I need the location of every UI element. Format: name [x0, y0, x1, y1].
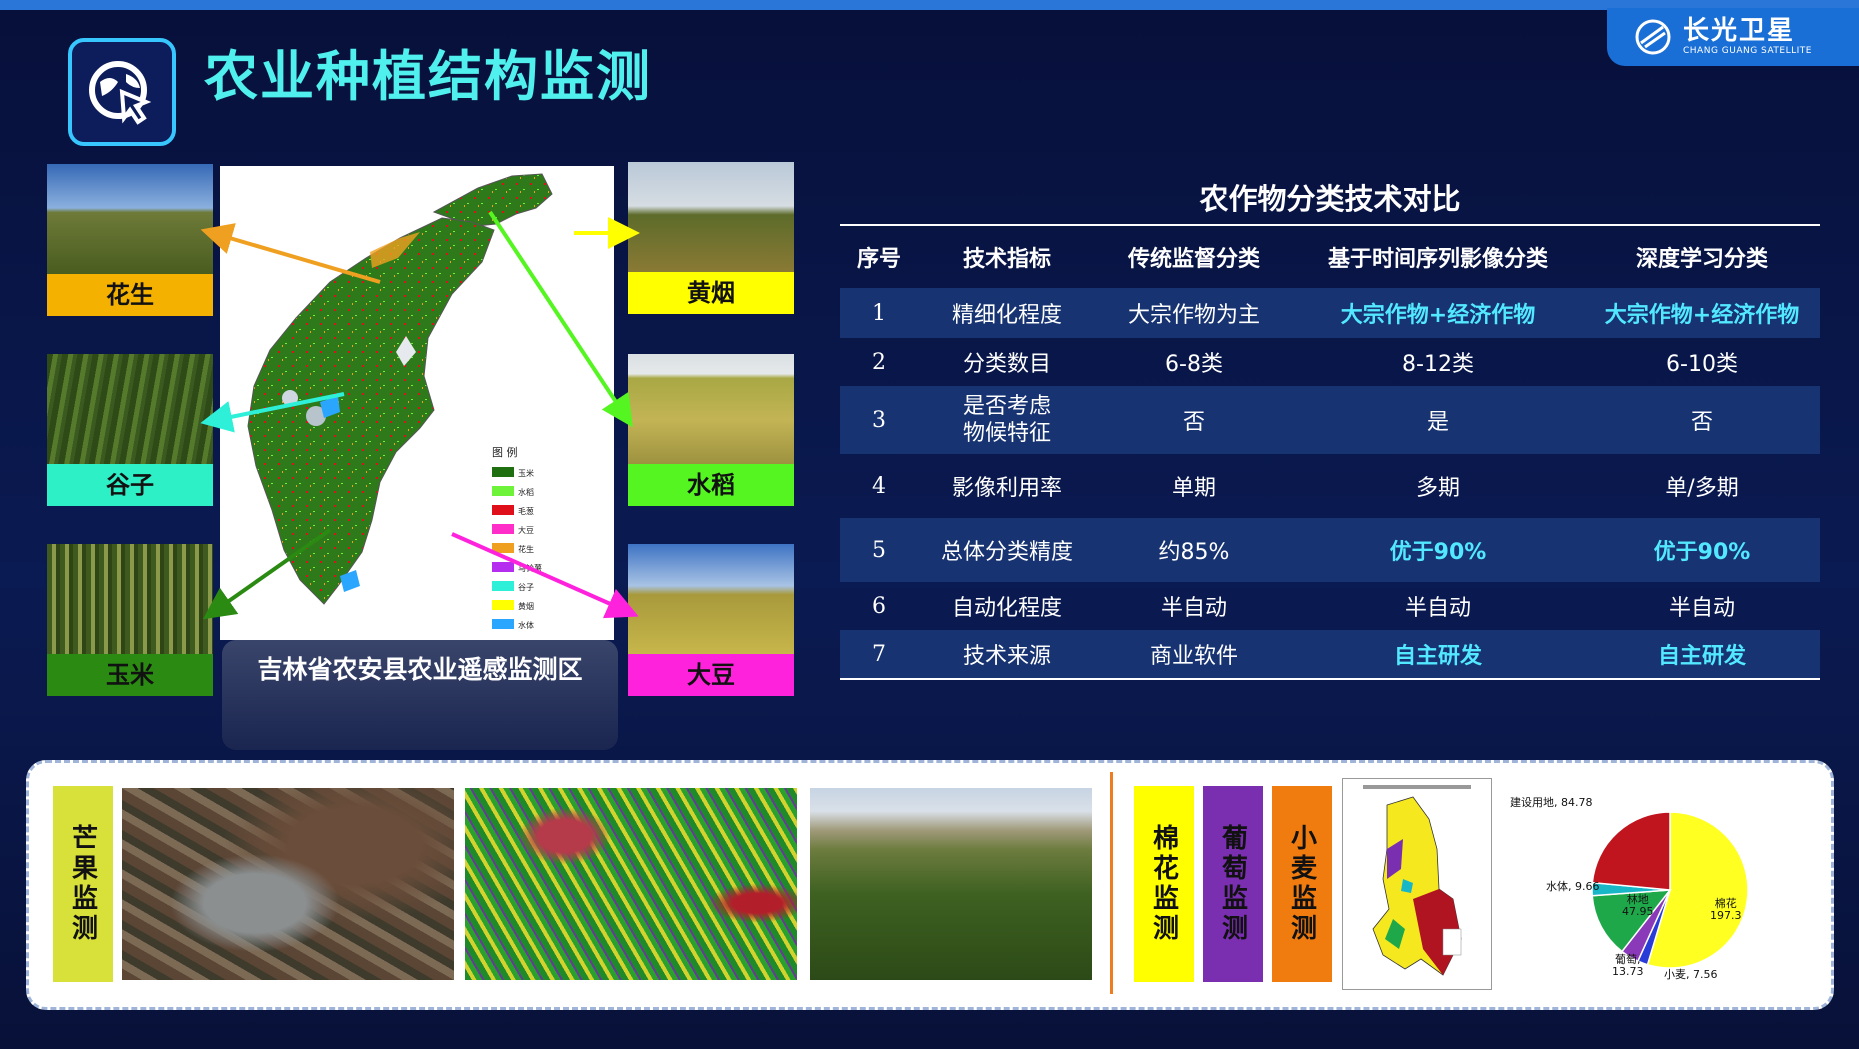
row-deeplearning: 半自动	[1668, 596, 1735, 621]
row-metric: 是否考虑 物候特征	[962, 394, 1051, 446]
row-traditional: 商业软件	[1149, 644, 1238, 669]
header-cell: 序号	[856, 247, 901, 272]
row-traditional: 约85%	[1158, 540, 1230, 565]
header-cell: 传统监督分类	[1127, 247, 1260, 272]
table-row: 3 是否考虑 物候特征 否 是 否	[840, 386, 1820, 454]
grape-monitoring-label: 葡萄监测	[1203, 786, 1263, 982]
row-index: 6	[872, 593, 886, 619]
millet-arrow	[200, 392, 345, 433]
table-row: 5 总体分类精度 约85% 优于90% 优于90%	[840, 518, 1820, 582]
row-timeseries: 半自动	[1404, 596, 1471, 621]
row-traditional: 6-8类	[1165, 352, 1223, 377]
row-traditional: 大宗作物为主	[1127, 303, 1260, 328]
forest-value: 47.95	[1622, 905, 1654, 918]
row-metric: 技术来源	[962, 644, 1051, 669]
row-timeseries: 优于90%	[1389, 540, 1487, 565]
pie-label-construction: 建设用地, 84.78	[1510, 796, 1593, 809]
row-metric: 分类数目	[962, 352, 1051, 377]
slide: 长光卫星 CHANG GUANG SATELLITE 农业种植结构监测 花生 谷…	[0, 0, 1859, 1049]
row-deeplearning: 自主研发	[1657, 644, 1746, 669]
row-deeplearning: 否	[1690, 410, 1713, 435]
header-cell: 深度学习分类	[1635, 247, 1768, 272]
mango-orchard-photo	[810, 788, 1092, 980]
row-timeseries: 多期	[1415, 476, 1460, 501]
row-metric: 精细化程度	[951, 303, 1062, 328]
row-index: 5	[872, 537, 886, 563]
rice-arrow	[488, 210, 633, 428]
row-deeplearning: 单/多期	[1665, 476, 1739, 501]
pie-label-water: 水体, 9.66	[1546, 880, 1600, 893]
table-title: 农作物分类技术对比	[1199, 182, 1461, 216]
row-index: 4	[872, 473, 886, 499]
row-timeseries: 自主研发	[1393, 644, 1482, 669]
row-metric: 自动化程度	[951, 596, 1062, 621]
wheat-monitoring-label: 小麦监测	[1272, 786, 1332, 982]
row-timeseries: 是	[1426, 410, 1449, 435]
section-divider	[1110, 772, 1113, 994]
header-cell: 基于时间序列影像分类	[1327, 247, 1548, 272]
row-metric: 影像利用率	[951, 476, 1062, 501]
row-index: 1	[872, 300, 886, 326]
table-row: 7 技术来源 商业软件 自主研发 自主研发	[840, 630, 1820, 678]
row-metric: 总体分类精度	[940, 540, 1073, 565]
table-row: 4 影像利用率 单期 多期 单/多期	[840, 454, 1820, 518]
planting-structure-map	[1342, 778, 1492, 990]
row-index: 3	[872, 407, 886, 433]
row-timeseries: 8-12类	[1402, 352, 1474, 377]
peanut-arrow	[200, 223, 381, 284]
mango-satellite-image	[122, 788, 454, 980]
cotton-monitoring-label: 棉花监测	[1134, 786, 1194, 982]
row-timeseries: 大宗作物+经济作物	[1340, 303, 1536, 328]
pie-slice-建设用地	[1591, 811, 1671, 891]
cotton-value: 197.3	[1710, 909, 1742, 922]
row-index: 7	[872, 641, 886, 667]
soybean-arrow	[451, 532, 639, 619]
row-traditional: 单期	[1171, 476, 1216, 501]
table-header-row: 序号 技术指标 传统监督分类 基于时间序列影像分类 深度学习分类	[840, 226, 1820, 288]
table-row: 1 精细化程度 大宗作物为主 大宗作物+经济作物 大宗作物+经济作物	[840, 288, 1820, 338]
table-row: 2 分类数目 6-8类 8-12类 6-10类	[840, 338, 1820, 386]
pie-label-forest: 林地 47.95	[1622, 894, 1654, 918]
pie-label-wheat: 小麦, 7.56	[1664, 968, 1718, 981]
row-deeplearning: 6-10类	[1666, 352, 1738, 377]
comparison-table: 序号 技术指标 传统监督分类 基于时间序列影像分类 深度学习分类 1 精细化程度…	[840, 224, 1820, 680]
mango-monitoring-label: 芒果监测	[53, 786, 113, 982]
row-traditional: 半自动	[1160, 596, 1227, 621]
row-deeplearning: 大宗作物+经济作物	[1604, 303, 1800, 328]
pie-label-grape: 葡萄, 13.73	[1612, 954, 1644, 978]
pie-label-cotton: 棉花 197.3	[1710, 898, 1742, 922]
table-row: 6 自动化程度 半自动 半自动 半自动	[840, 582, 1820, 630]
corn-arrow	[202, 528, 332, 620]
mango-classification-map	[465, 788, 797, 980]
row-traditional: 否	[1182, 410, 1205, 435]
row-index: 2	[872, 349, 886, 375]
land-use-pie-chart: 建设用地, 84.78 水体, 9.66 林地 47.95 棉花 197.3 葡…	[1510, 790, 1810, 990]
row-deeplearning: 优于90%	[1653, 540, 1751, 565]
grape-value: 13.73	[1612, 965, 1644, 978]
header-cell: 技术指标	[962, 247, 1051, 272]
